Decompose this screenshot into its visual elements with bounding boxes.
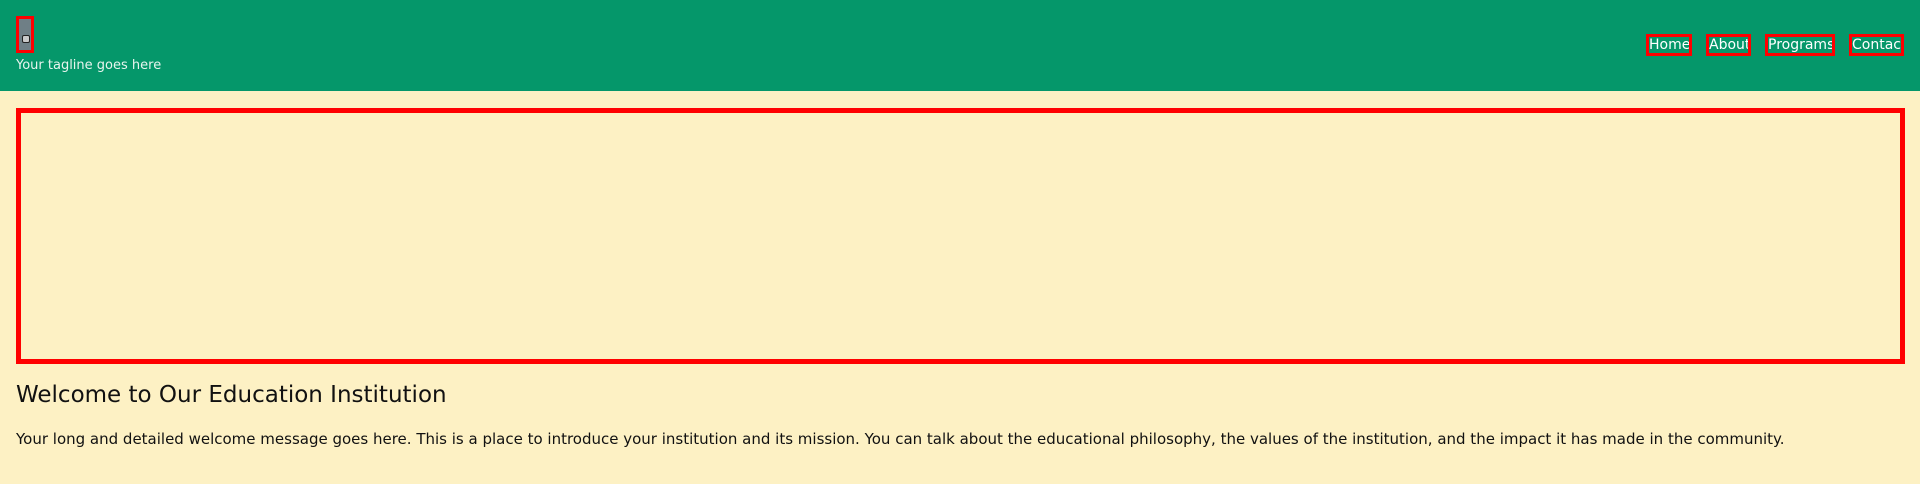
nav-link-programs[interactable]: Programs (1765, 34, 1835, 56)
hero-banner (16, 108, 1905, 364)
site-header: Your tagline goes here Home About Progra… (0, 0, 1920, 91)
nav-link-contact[interactable]: Contact (1849, 34, 1904, 56)
nav-link-about[interactable]: About (1706, 34, 1751, 56)
welcome-text: Your long and detailed welcome message g… (16, 430, 1785, 448)
nav-link-home[interactable]: Home (1646, 34, 1692, 56)
logo-icon[interactable] (16, 16, 34, 53)
welcome-title: Welcome to Our Education Institution (16, 382, 447, 408)
tagline: Your tagline goes here (16, 58, 162, 73)
main-nav: Home About Programs Contact (1646, 34, 1904, 56)
logo-image-icon (22, 35, 30, 43)
